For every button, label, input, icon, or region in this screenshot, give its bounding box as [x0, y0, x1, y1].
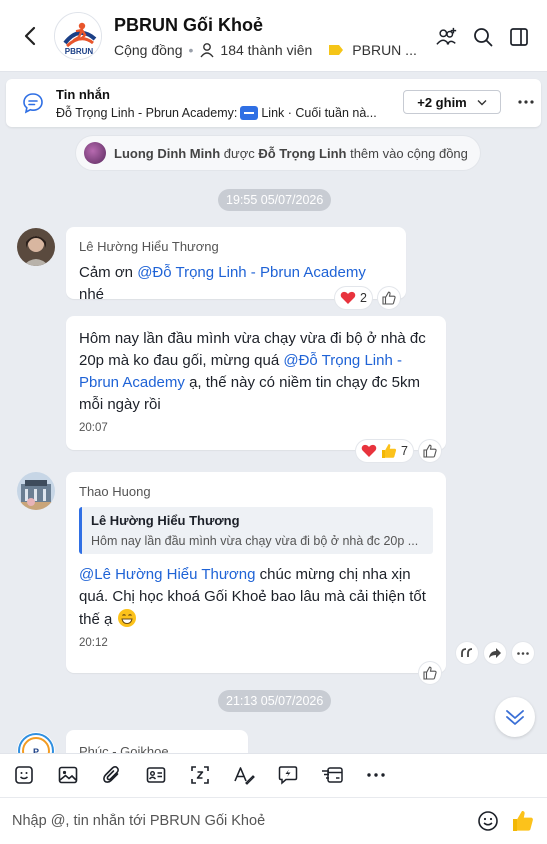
sticker-icon[interactable] [13, 764, 35, 786]
person-icon [200, 43, 214, 58]
group-type-label: Cộng đồng [114, 42, 183, 58]
payment-card-icon[interactable] [321, 764, 343, 786]
group-tag-label: PBRUN ... [352, 42, 417, 58]
add-member-icon[interactable] [436, 26, 458, 48]
tag-icon [329, 45, 344, 55]
heart-icon [361, 444, 377, 457]
pinned-preview-suffix: Link · Cuối tuần nà... [261, 106, 377, 120]
notice-actor[interactable]: Luong Dinh Minh [114, 146, 220, 161]
message-bubble[interactable]: Thao Huong Lê Hường Hiểu Thương Hôm nay … [66, 472, 446, 673]
pinned-title: Tin nhắn [56, 87, 110, 102]
group-avatar[interactable]: PBRUN [54, 12, 102, 60]
message-composer [0, 797, 547, 844]
mention-link[interactable]: @Lê Hường Hiểu Thương [79, 566, 255, 583]
contact-card-icon[interactable] [145, 764, 167, 786]
link-chip-icon [240, 106, 259, 120]
pinned-preview: Đỗ Trọng Linh - Pbrun Academy: Link · Cu… [56, 106, 377, 120]
grin-emoji-icon [117, 609, 136, 627]
reaction-summary[interactable]: 2 [335, 287, 372, 309]
notice-action: thêm vào cộng đồng [350, 145, 468, 161]
like-button[interactable] [378, 287, 400, 309]
thumbs-up-icon [423, 444, 437, 458]
like-button[interactable] [419, 440, 441, 462]
sender-name[interactable]: Lê Hường Hiểu Thương [79, 239, 393, 254]
notice-verb: được [223, 145, 255, 161]
message-text: Hôm nay lần đầu mình vừa chạy vừa đi bộ … [79, 328, 433, 416]
double-chevron-down-icon [506, 710, 524, 725]
chat-header: PBRUN PBRUN Gối Khoẻ Cộng đồng • 184 thà… [0, 0, 547, 72]
thumbs-up-icon [423, 666, 437, 680]
emoji-icon[interactable] [476, 809, 500, 833]
chevron-down-icon [477, 99, 487, 105]
pinned-more-label: +2 ghim [417, 94, 467, 110]
message-time: 20:12 [79, 637, 108, 649]
timestamp-divider: 21:13 05/07/2026 [218, 690, 332, 712]
reaction-count: 2 [360, 291, 367, 305]
quoted-sender: Lê Hường Hiểu Thương [91, 513, 240, 528]
system-notice: Luong Dinh Minh được Đỗ Trọng Linh thêm … [76, 136, 480, 170]
message-text-after: nhé [79, 286, 105, 303]
actor-avatar[interactable] [84, 142, 106, 164]
sidebar-toggle-icon[interactable] [508, 26, 530, 48]
avatar[interactable] [17, 228, 55, 266]
composer-toolbar [0, 753, 547, 797]
member-count[interactable]: 184 thành viên [199, 42, 312, 58]
group-title[interactable]: PBRUN Gối Khoẻ [114, 15, 263, 36]
pinned-message-bar[interactable]: Tin nhắn Đỗ Trọng Linh - Pbrun Academy: … [6, 79, 541, 127]
heart-icon [340, 291, 356, 304]
quoted-text: Hôm nay lần đầu mình vừa chạy vừa đi bộ … [91, 534, 419, 548]
thumbs-up-icon [382, 291, 396, 305]
message-time: 20:07 [79, 422, 108, 434]
like-button[interactable] [419, 662, 441, 684]
scroll-to-bottom-button[interactable] [495, 697, 535, 737]
forward-icon[interactable] [484, 642, 506, 664]
pinned-preview-prefix: Đỗ Trọng Linh - Pbrun Academy: [56, 106, 238, 120]
logo-text: PBRUN [65, 47, 94, 56]
meta-separator: • [188, 42, 194, 58]
chat-bubble-icon [22, 92, 44, 114]
group-tag[interactable]: PBRUN ... [328, 42, 417, 58]
avatar[interactable] [17, 472, 55, 510]
timestamp-divider: 19:55 05/07/2026 [218, 189, 332, 211]
pinned-more-button[interactable]: +2 ghim [403, 90, 501, 114]
sender-name[interactable]: Thao Huong [79, 484, 433, 499]
image-icon[interactable] [57, 764, 79, 786]
thumbs-up-emoji-icon [382, 444, 397, 458]
reaction-count: 7 [401, 444, 408, 458]
more-options-icon[interactable] [515, 91, 537, 113]
member-count-label: 184 thành viên [220, 42, 313, 58]
more-actions-icon[interactable] [512, 642, 534, 664]
text-format-icon[interactable] [233, 764, 255, 786]
quoted-message[interactable]: Lê Hường Hiểu Thương Hôm nay lần đầu mìn… [79, 507, 433, 554]
group-meta: Cộng đồng • 184 thành viên PBRUN ... [114, 42, 417, 58]
back-arrow-icon[interactable] [18, 24, 42, 48]
message-text: @Lê Hường Hiểu Thương chúc mừng chị nha … [79, 564, 433, 631]
reaction-summary[interactable]: 7 [356, 440, 413, 462]
quick-message-icon[interactable] [277, 764, 299, 786]
notice-target[interactable]: Đỗ Trọng Linh [258, 146, 346, 161]
message-input[interactable] [12, 808, 452, 834]
message-bubble[interactable]: Hôm nay lần đầu mình vừa chạy vừa đi bộ … [66, 316, 446, 450]
search-icon[interactable] [472, 26, 494, 48]
quote-reply-icon[interactable] [456, 642, 478, 664]
mention-link[interactable]: @Đỗ Trọng Linh - Pbrun Academy [137, 264, 366, 281]
message-text-before: Cảm ơn [79, 264, 138, 281]
screenshot-icon[interactable] [189, 764, 211, 786]
attachment-icon[interactable] [101, 764, 123, 786]
quick-like-icon[interactable] [511, 809, 535, 833]
more-tools-icon[interactable] [365, 764, 387, 786]
